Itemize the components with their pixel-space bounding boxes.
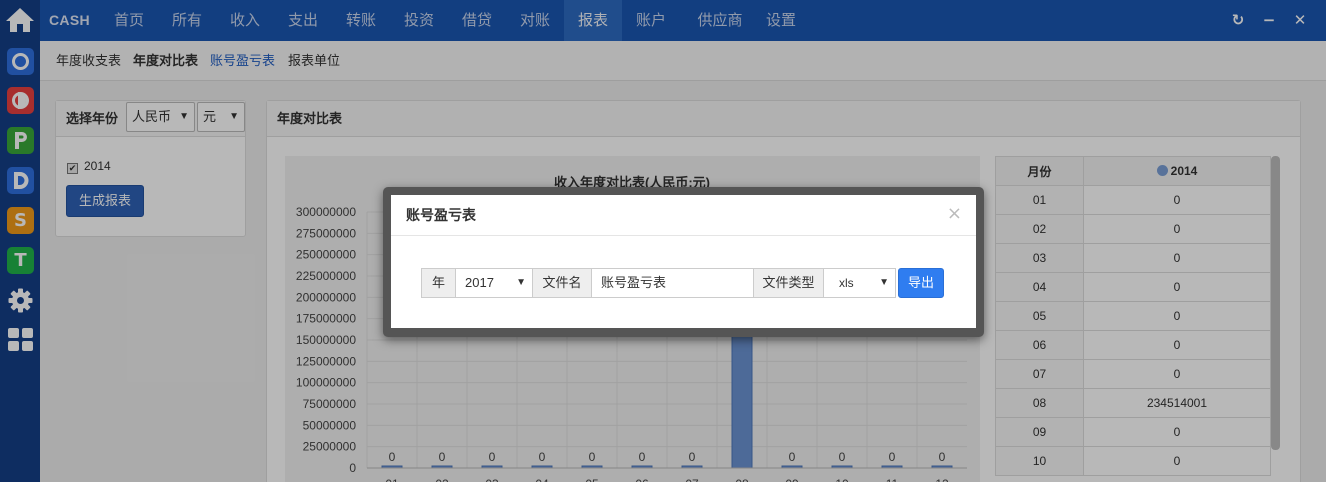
dialog-title: 账号盈亏表: [406, 207, 476, 223]
filetype-select[interactable]: xls ▼: [823, 268, 896, 298]
chevron-down-icon: ▼: [879, 277, 889, 288]
close-icon[interactable]: ×: [947, 205, 962, 223]
chevron-down-icon: ▼: [516, 277, 526, 288]
filename-input[interactable]: 账号盈亏表: [591, 268, 754, 298]
year-select[interactable]: 2017 ▼: [455, 268, 533, 298]
export-button[interactable]: 导出: [898, 268, 944, 298]
dialog-divider: [391, 235, 976, 236]
filename-label: 文件名: [532, 268, 592, 298]
filetype-label: 文件类型: [753, 268, 824, 298]
year-label: 年: [421, 268, 456, 298]
export-dialog: 账号盈亏表 × 年 2017 ▼ 文件名 账号盈亏表 文件类型 xls ▼ 导出: [391, 195, 976, 328]
export-dialog-frame: 账号盈亏表 × 年 2017 ▼ 文件名 账号盈亏表 文件类型 xls ▼ 导出: [383, 187, 984, 337]
